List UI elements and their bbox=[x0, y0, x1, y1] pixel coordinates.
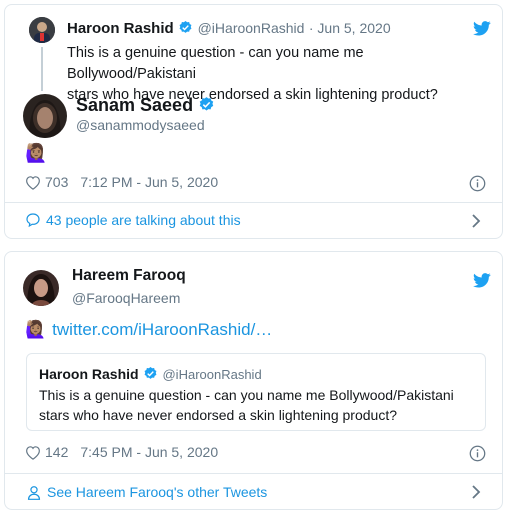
embedded-tweet-card-2[interactable]: Hareem Farooq @FarooqHareem 🙋🏽‍♀️ twitte… bbox=[4, 251, 503, 510]
reply-avatar[interactable] bbox=[23, 94, 67, 138]
reply-author-name[interactable]: Sanam Saeed bbox=[76, 95, 193, 115]
heart-icon[interactable] bbox=[25, 175, 41, 190]
quoted-text-line-2: stars who have never endorsed a skin lig… bbox=[39, 407, 397, 423]
reply-author[interactable]: Sanam Saeed bbox=[76, 95, 215, 116]
twitter-bird-icon[interactable] bbox=[473, 273, 491, 293]
like-count[interactable]: 703 bbox=[45, 174, 68, 190]
person-icon bbox=[27, 485, 41, 500]
info-icon[interactable] bbox=[469, 175, 486, 197]
other-tweets-link[interactable]: See Hareem Farooq's other Tweets bbox=[27, 484, 267, 500]
reply-emoji: 🙋🏽‍♀️ bbox=[25, 143, 48, 163]
verified-badge-icon bbox=[178, 20, 193, 35]
reply-author-handle[interactable]: @sanammodysaeed bbox=[76, 117, 205, 133]
parent-header: Haroon Rashid @iHaroonRashid · Jun 5, 20… bbox=[67, 20, 391, 38]
conversation-link[interactable]: 43 people are talking about this bbox=[25, 212, 241, 228]
author-avatar[interactable] bbox=[23, 270, 59, 306]
tweet-emoji: 🙋🏽‍♀️ bbox=[25, 320, 47, 339]
heart-icon[interactable] bbox=[25, 445, 41, 460]
quoted-tweet[interactable]: Haroon Rashid @iHaroonRashid This is a g… bbox=[26, 353, 486, 431]
verified-badge-icon bbox=[198, 96, 215, 113]
quoted-header: Haroon Rashid @iHaroonRashid bbox=[39, 366, 262, 384]
tweet-timestamp[interactable]: 7:45 PM - Jun 5, 2020 bbox=[80, 444, 218, 460]
twitter-bird-icon[interactable] bbox=[473, 21, 491, 41]
chevron-right-icon[interactable] bbox=[471, 485, 481, 504]
author-name[interactable]: Hareem Farooq bbox=[72, 267, 186, 285]
parent-avatar[interactable] bbox=[29, 17, 55, 43]
quoted-text-line-1: This is a genuine question - can you nam… bbox=[39, 387, 454, 403]
quoted-tweet-link[interactable]: twitter.com/iHaroonRashid/… bbox=[52, 320, 272, 340]
tweet-timestamp[interactable]: 7:12 PM - Jun 5, 2020 bbox=[80, 174, 218, 190]
chat-bubble-icon bbox=[25, 212, 41, 228]
other-tweets-label[interactable]: See Hareem Farooq's other Tweets bbox=[47, 484, 267, 500]
card-divider bbox=[5, 202, 502, 203]
parent-date[interactable]: · Jun 5, 2020 bbox=[309, 20, 391, 36]
chevron-right-icon[interactable] bbox=[471, 214, 481, 233]
tweet-body: 🙋🏽‍♀️ twitter.com/iHaroonRashid/… bbox=[25, 320, 272, 340]
verified-badge-icon bbox=[143, 366, 158, 381]
embedded-tweet-card-1[interactable]: Haroon Rashid @iHaroonRashid · Jun 5, 20… bbox=[4, 4, 503, 239]
reply-meta-row: 703 7:12 PM - Jun 5, 2020 bbox=[25, 174, 218, 190]
parent-author-name[interactable]: Haroon Rashid bbox=[67, 20, 174, 37]
info-icon[interactable] bbox=[469, 445, 486, 467]
author-handle[interactable]: @FarooqHareem bbox=[72, 290, 180, 306]
quoted-author-handle: @iHaroonRashid bbox=[162, 367, 262, 382]
quoted-author-name: Haroon Rashid bbox=[39, 366, 139, 382]
parent-text-line-1: This is a genuine question - can you nam… bbox=[67, 45, 364, 82]
like-count[interactable]: 142 bbox=[45, 444, 68, 460]
parent-author-handle[interactable]: @iHaroonRashid bbox=[198, 20, 305, 36]
tweet-meta-row: 142 7:45 PM - Jun 5, 2020 bbox=[25, 444, 218, 460]
conversation-link-label[interactable]: 43 people are talking about this bbox=[46, 212, 241, 228]
card-divider bbox=[5, 473, 502, 474]
quoted-text: This is a genuine question - can you nam… bbox=[39, 385, 454, 425]
thread-line bbox=[41, 47, 43, 91]
